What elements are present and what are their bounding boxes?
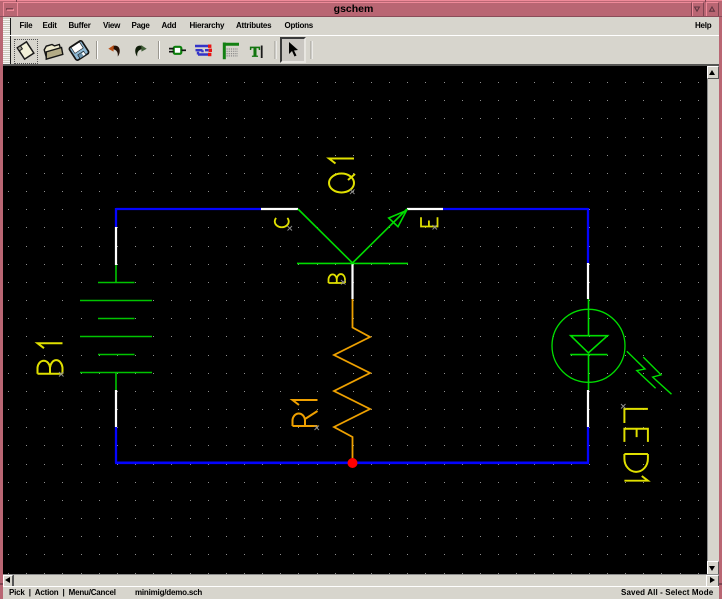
svg-text:T: T bbox=[250, 45, 260, 61]
